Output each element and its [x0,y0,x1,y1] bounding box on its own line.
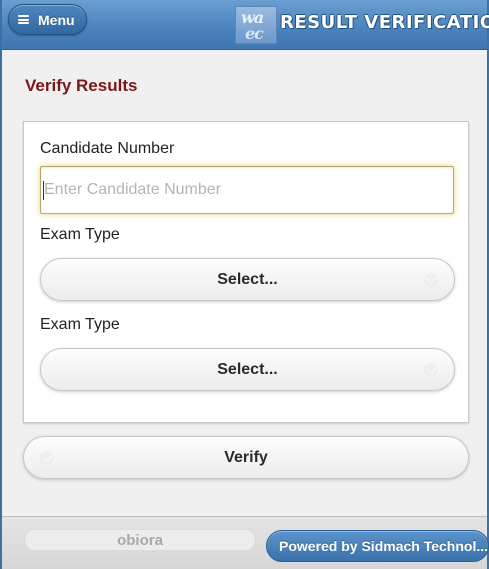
menu-label: Menu [38,11,75,28]
chevron-down-icon [424,363,438,377]
exam-type-select-1[interactable]: Select... [40,258,455,301]
page-title: Verify Results [25,76,138,95]
powered-by-button[interactable]: Powered by Sidmach Technol... [266,530,489,562]
footer-bar: obiora Powered by Sidmach Technol... [2,516,489,569]
check-icon [40,451,54,465]
brand-title: RESULT VERIFICATION [280,12,489,33]
username-badge: obiora [24,529,256,551]
chevron-down-icon [424,273,438,287]
text-caret [43,181,44,200]
exam-type-select-2-value: Select... [217,360,278,378]
verify-button[interactable]: Verify [23,436,469,479]
app-frame: Menu wa ec RESULT VERIFICATION Verify Re… [0,0,489,569]
exam-type-select-1-value: Select... [217,270,278,288]
exam-type-label-2: Exam Type [40,316,120,333]
exam-type-select-2[interactable]: Select... [40,348,455,391]
verify-label: Verify [224,448,268,466]
header-bar: Menu wa ec RESULT VERIFICATION [2,0,489,50]
verify-form-card: Candidate Number Exam Type Select... Exa… [23,121,469,423]
exam-type-label-1: Exam Type [40,226,120,243]
candidate-number-input[interactable] [40,166,454,214]
candidate-number-label: Candidate Number [40,140,175,157]
waec-logo: wa ec [235,6,277,44]
hamburger-icon [18,15,29,24]
menu-button[interactable]: Menu [8,4,87,35]
logo-text-bottom: ec [245,24,264,43]
